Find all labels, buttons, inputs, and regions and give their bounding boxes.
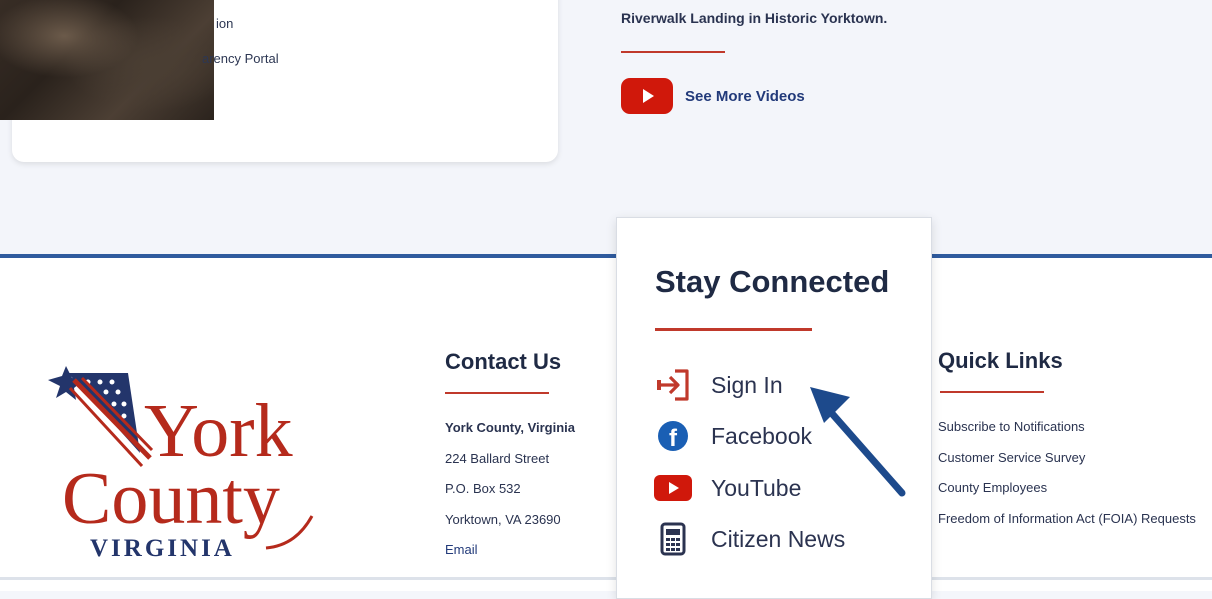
logo-text-county: County — [62, 458, 280, 540]
card-photo — [0, 0, 214, 120]
stay-connected-divider — [655, 328, 812, 331]
videos-section: ion arency Portal Riverwalk Landing in H… — [0, 0, 1212, 258]
contact-us-divider — [445, 392, 549, 394]
site-footer: York County VIRGINIA Contact Us York Cou… — [0, 254, 1212, 591]
sign-in-link[interactable]: Sign In — [653, 365, 783, 405]
contact-city: Yorktown, VA 23690 — [445, 512, 561, 527]
newspaper-icon — [653, 519, 693, 559]
quick-links-heading: Quick Links — [938, 348, 1063, 373]
quick-links-divider — [940, 391, 1044, 393]
york-county-logo[interactable]: York County VIRGINIA — [40, 358, 340, 568]
annotation-arrow-icon — [810, 387, 906, 497]
sign-in-icon — [653, 365, 693, 405]
card-link-partial-1[interactable]: ion — [216, 16, 233, 31]
youtube-link[interactable]: YouTube — [653, 468, 801, 508]
contact-org-name: York County, Virginia — [445, 420, 576, 435]
youtube-play-icon — [621, 78, 673, 114]
citizen-news-label: Citizen News — [711, 525, 846, 552]
facebook-link[interactable]: f Facebook — [653, 416, 812, 456]
footer-bottom-border — [0, 577, 1212, 580]
quick-link-employees[interactable]: County Employees — [938, 477, 1198, 498]
see-more-videos-label: See More Videos — [685, 87, 805, 105]
quick-link-foia[interactable]: Freedom of Information Act (FOIA) Reques… — [938, 508, 1198, 529]
facebook-icon: f — [653, 416, 693, 456]
youtube-label: YouTube — [711, 474, 802, 501]
contact-po-box: P.O. Box 532 — [445, 481, 521, 496]
contact-us-heading: Contact Us — [445, 349, 562, 374]
sign-in-label: Sign In — [711, 371, 783, 398]
footer-top-border — [0, 254, 1212, 258]
quick-link-survey[interactable]: Customer Service Survey — [938, 447, 1198, 468]
contact-street: 224 Ballard Street — [445, 451, 550, 466]
youtube-icon — [653, 468, 693, 508]
quick-link-subscribe[interactable]: Subscribe to Notifications — [938, 416, 1198, 437]
video-caption: Riverwalk Landing in Historic Yorktown. — [621, 10, 888, 26]
contact-email-link[interactable]: Email — [445, 542, 478, 557]
see-more-videos-link[interactable]: See More Videos — [621, 78, 805, 114]
citizen-news-link[interactable]: Citizen News — [653, 519, 845, 559]
top-card: ion arency Portal — [0, 0, 558, 162]
logo-text-virginia: VIRGINIA — [90, 535, 235, 562]
stay-connected-heading: Stay Connected — [655, 264, 890, 299]
card-link-transparency-portal[interactable]: arency Portal — [202, 51, 279, 66]
video-divider — [621, 51, 725, 53]
